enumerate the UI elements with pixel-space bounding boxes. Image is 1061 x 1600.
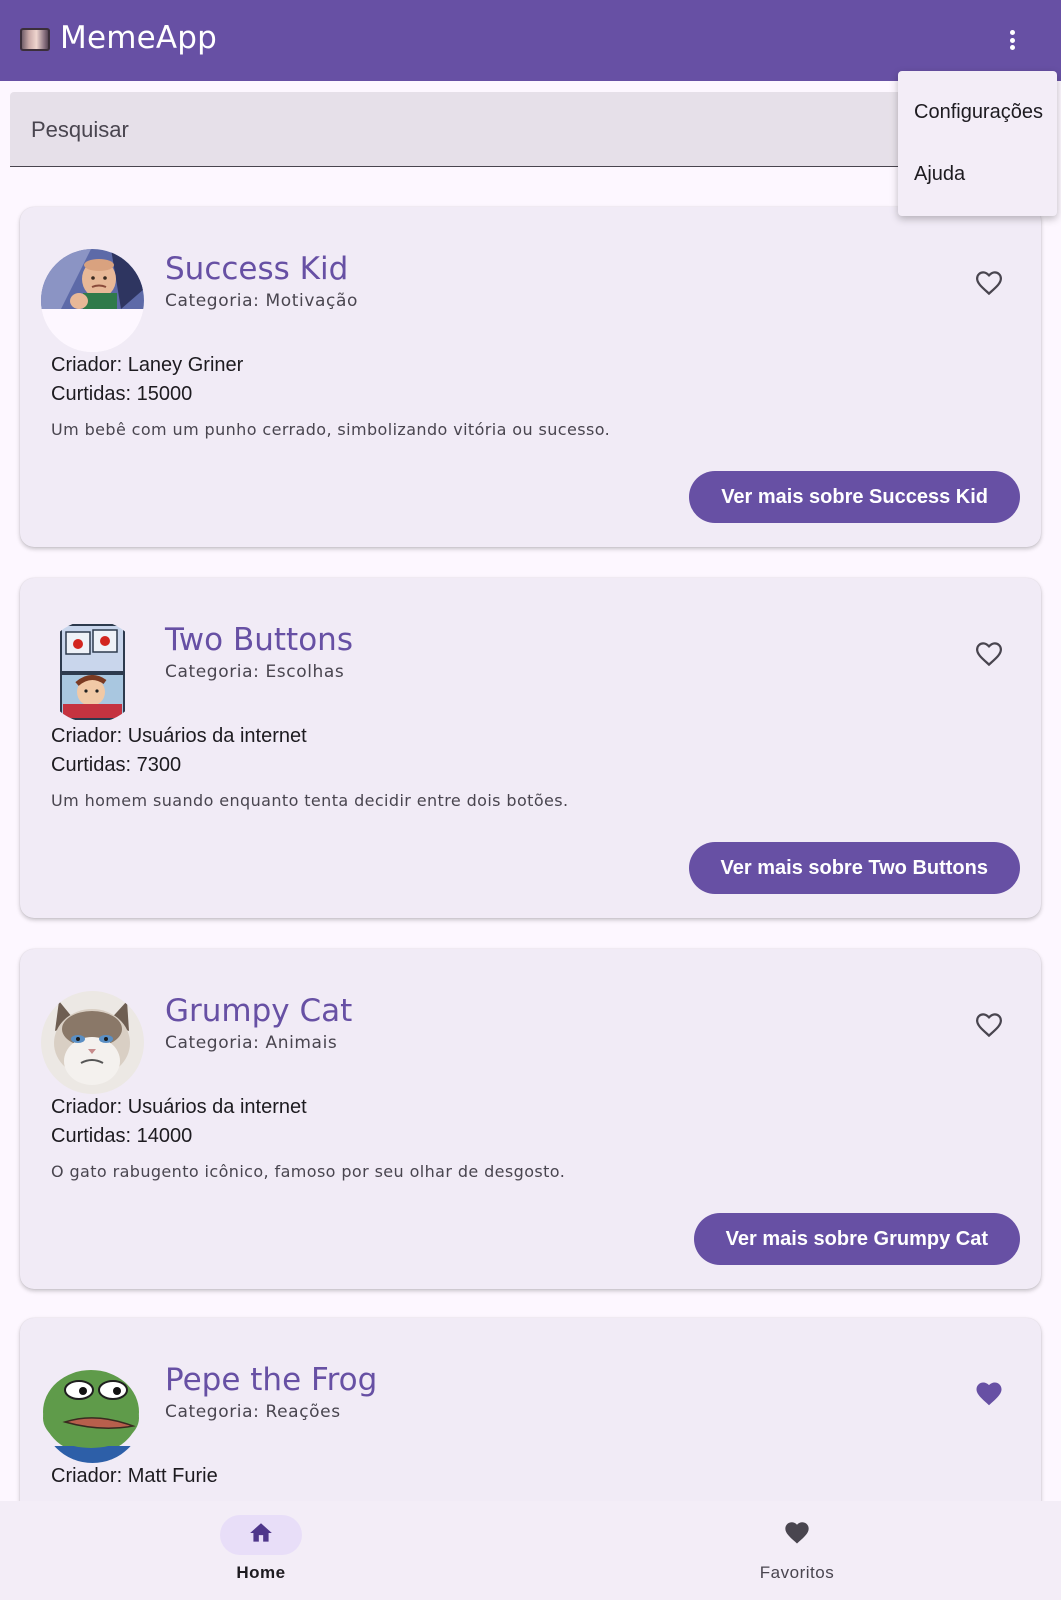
meme-likes: Curtidas: 7300 [51,754,182,776]
meme-category: Categoria: Escolhas [165,662,345,682]
app-title: MemeApp [60,20,218,56]
meme-title: Success Kid [165,251,349,287]
ver-mais-button[interactable]: Ver mais sobre Two Buttons [688,842,1020,894]
nav-item-home[interactable]: Home [181,1515,341,1583]
meme-description: Um bebê com um punho cerrado, simbolizan… [51,420,611,439]
meme-thumbnail [41,249,144,352]
home-icon [248,1520,274,1551]
meme-thumbnail [41,991,144,1094]
meme-creator: Criador: Laney Griner [51,354,244,376]
nav-item-favoritos[interactable]: Favoritos [717,1515,877,1583]
bottom-navigation: Home Favoritos [0,1501,1061,1600]
meme-thumbnail [41,620,144,723]
meme-category: Categoria: Reações [165,1402,341,1422]
meme-description: Um homem suando enquanto tenta decidir e… [51,791,569,810]
meme-creator: Criador: Usuários da internet [51,1096,307,1118]
nav-label-favoritos: Favoritos [759,1563,835,1582]
meme-card-success-kid: Success Kid Categoria: Motivação Criador… [20,207,1041,547]
menu-item-ajuda[interactable]: Ajuda [914,163,965,186]
overflow-menu: Configurações Ajuda [898,71,1057,216]
heart-outline-icon[interactable] [974,639,1004,669]
more-vert-icon[interactable] [1005,26,1019,54]
heart-filled-icon[interactable] [974,1379,1004,1409]
meme-card-two-buttons: Two Buttons Categoria: Escolhas Criador:… [20,578,1041,918]
meme-thumbnail [41,1360,144,1463]
meme-creator: Criador: Usuários da internet [51,725,307,747]
meme-likes: Curtidas: 15000 [51,383,193,405]
search-input[interactable]: Pesquisar [10,92,910,167]
meme-title: Pepe the Frog [165,1362,378,1398]
top-app-bar: MemeApp [0,0,1061,81]
meme-description: O gato rabugento icônico, famoso por seu… [51,1162,566,1181]
nav-active-indicator [220,1515,302,1555]
app-logo-icon [20,28,50,51]
menu-item-configuracoes[interactable]: Configurações [914,101,1043,124]
meme-category: Categoria: Motivação [165,291,358,311]
search-placeholder: Pesquisar [31,117,129,142]
meme-title: Grumpy Cat [165,993,353,1029]
meme-card-grumpy-cat: Grumpy Cat Categoria: Animais Criador: U… [20,949,1041,1289]
meme-creator: Criador: Matt Furie [51,1465,218,1487]
heart-outline-icon[interactable] [974,1010,1004,1040]
meme-title: Two Buttons [165,622,353,658]
heart-filled-icon [783,1519,811,1552]
ver-mais-button[interactable]: Ver mais sobre Grumpy Cat [693,1213,1020,1265]
nav-indicator [756,1515,838,1555]
heart-outline-icon[interactable] [974,268,1004,298]
nav-label-home: Home [236,1563,286,1582]
meme-category: Categoria: Animais [165,1033,338,1053]
meme-likes: Curtidas: 14000 [51,1125,193,1147]
ver-mais-button[interactable]: Ver mais sobre Success Kid [689,471,1020,523]
